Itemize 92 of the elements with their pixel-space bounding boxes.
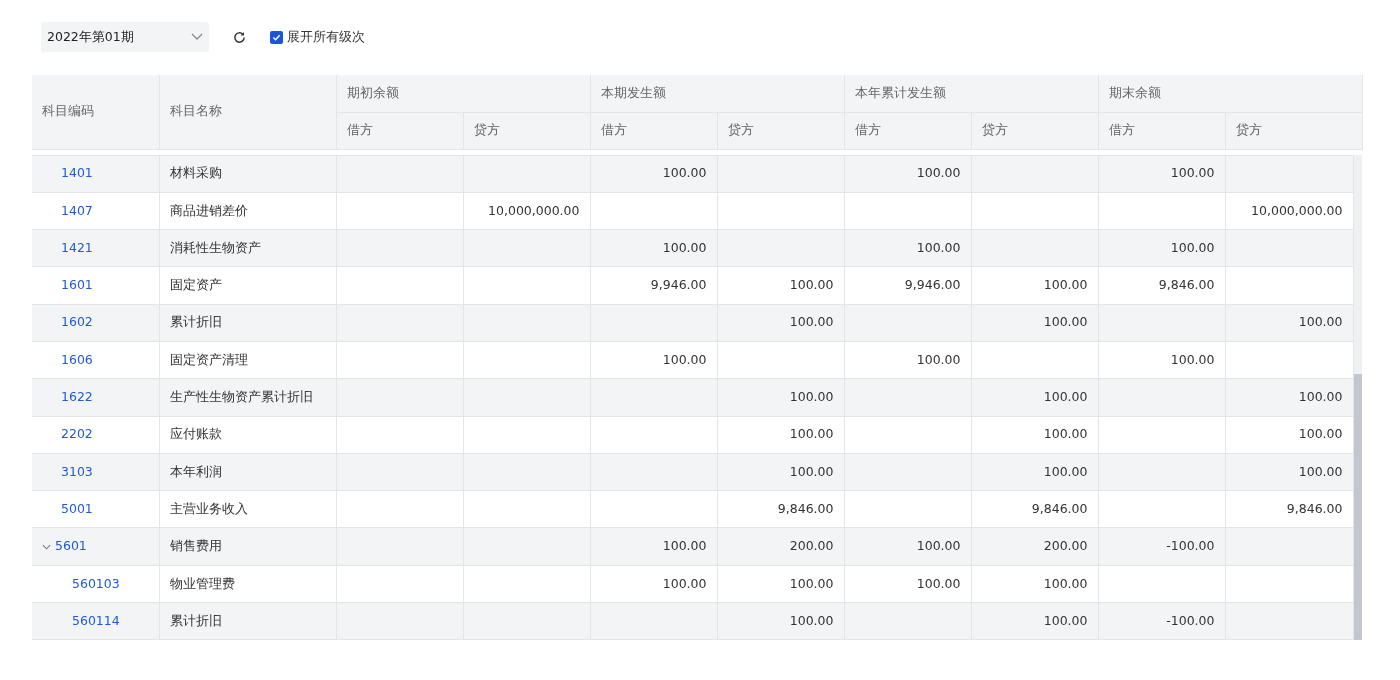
column-header: 科目编码 [32,75,159,149]
table-cell: 100.00 [971,378,1098,417]
table-cell: 100.00 [1225,416,1353,454]
column-group-header: 期末余额 [1098,75,1362,112]
account-code-link[interactable]: 1622 [61,388,93,407]
column-header: 借方 [1098,112,1225,149]
table-cell: 10,000,000.00 [1225,192,1353,230]
table-cell: 100.00 [844,229,971,267]
table-cell: 100.00 [717,266,844,305]
table-cell: 固定资产 [159,266,336,305]
table-cell: 10,000,000.00 [463,192,590,230]
table-cell: 200.00 [971,527,1098,566]
column-header: 贷方 [971,112,1098,149]
table-cell: 100.00 [844,155,971,193]
column-group-header: 本期发生额 [590,75,844,112]
table-cell: 100.00 [971,453,1098,491]
table-cell: 100.00 [590,527,717,566]
table-cell: 100.00 [717,304,844,342]
account-code-link[interactable]: 5601 [55,537,87,556]
table-cell: 100.00 [971,266,1098,305]
table-cell: 100.00 [717,602,844,640]
refresh-icon[interactable] [233,30,246,44]
period-select[interactable]: 2022年第01期 [41,22,209,52]
column-group-header: 期初余额 [336,75,590,112]
column-header: 贷方 [1225,112,1362,149]
scrollbar[interactable] [1353,154,1362,641]
table-cell: 9,946.00 [590,266,717,305]
table-cell: 材料采购 [159,155,336,193]
table-cell: 生产性生物资产累计折旧 [159,378,336,417]
table-cell: 200.00 [717,527,844,566]
column-group-header: 本年累计发生额 [844,75,1098,112]
account-code-link[interactable]: 1601 [61,276,93,295]
table-cell: 9,846.00 [717,490,844,528]
account-code-link[interactable]: 560103 [72,574,120,594]
table-cell: 100.00 [717,565,844,603]
table-cell: 100.00 [590,565,717,603]
account-code-link[interactable]: 5001 [61,499,93,519]
table-cell: 100.00 [1225,453,1353,491]
table-cell: 100.00 [971,602,1098,640]
table-cell: 9,946.00 [844,266,971,305]
table-cell: 100.00 [1098,341,1225,379]
account-code-link[interactable]: 1421 [61,238,93,258]
table-cell: 累计折旧 [159,304,336,342]
chevron-down-icon[interactable] [42,543,51,550]
table-cell: 100.00 [717,453,844,491]
table-cell: 本年利润 [159,453,336,491]
table-cell: 100.00 [717,416,844,454]
column-header: 借方 [590,112,717,149]
column-header: 借方 [336,112,463,149]
table-cell: 应付账款 [159,416,336,454]
table-cell: 消耗性生物资产 [159,229,336,267]
table-cell: 100.00 [1225,378,1353,417]
table-cell: 累计折旧 [159,602,336,640]
account-code-link[interactable]: 2202 [61,425,93,445]
table-cell: 100.00 [971,304,1098,342]
table-cell: 商品进销差价 [159,192,336,230]
account-code-link[interactable]: 1606 [61,350,93,370]
table-cell: 100.00 [590,229,717,267]
table-cell: 100.00 [844,341,971,379]
table-cell: 100.00 [971,565,1098,603]
table-cell: -100.00 [1098,527,1225,566]
account-code-link[interactable]: 1602 [61,313,93,333]
account-code-link[interactable]: 1401 [61,164,93,183]
table-cell: 主营业务收入 [159,490,336,528]
scrollbar-thumb[interactable] [1353,374,1362,641]
table-cell: 100.00 [1098,155,1225,193]
column-header: 贷方 [717,112,844,149]
table-cell: 100.00 [971,416,1098,454]
column-header: 借方 [844,112,971,149]
table-cell: 9,846.00 [971,490,1098,528]
account-code-link[interactable]: 1407 [61,201,93,221]
checkbox[interactable] [270,30,283,44]
column-header: 科目名称 [159,75,336,149]
table-cell: 销售费用 [159,527,336,566]
account-code-link[interactable]: 3103 [61,462,93,482]
chevron-down-icon [191,33,203,41]
table-cell: 100.00 [844,527,971,566]
table-cell: 100.00 [844,565,971,603]
column-header: 贷方 [463,112,590,149]
account-code-link[interactable]: 560114 [72,611,120,631]
table-cell: -100.00 [1098,602,1225,640]
checkbox-label: 展开所有级次 [287,27,365,46]
table-cell: 9,846.00 [1098,266,1225,305]
checkmark-icon [272,32,281,42]
table-cell: 100.00 [1225,304,1353,342]
table-cell: 100.00 [590,155,717,193]
table-cell: 物业管理费 [159,565,336,603]
table-cell: 100.00 [1098,229,1225,267]
table-cell: 固定资产清理 [159,341,336,379]
table-cell: 100.00 [717,378,844,417]
table-cell: 100.00 [590,341,717,379]
table-cell: 9,846.00 [1225,490,1353,528]
